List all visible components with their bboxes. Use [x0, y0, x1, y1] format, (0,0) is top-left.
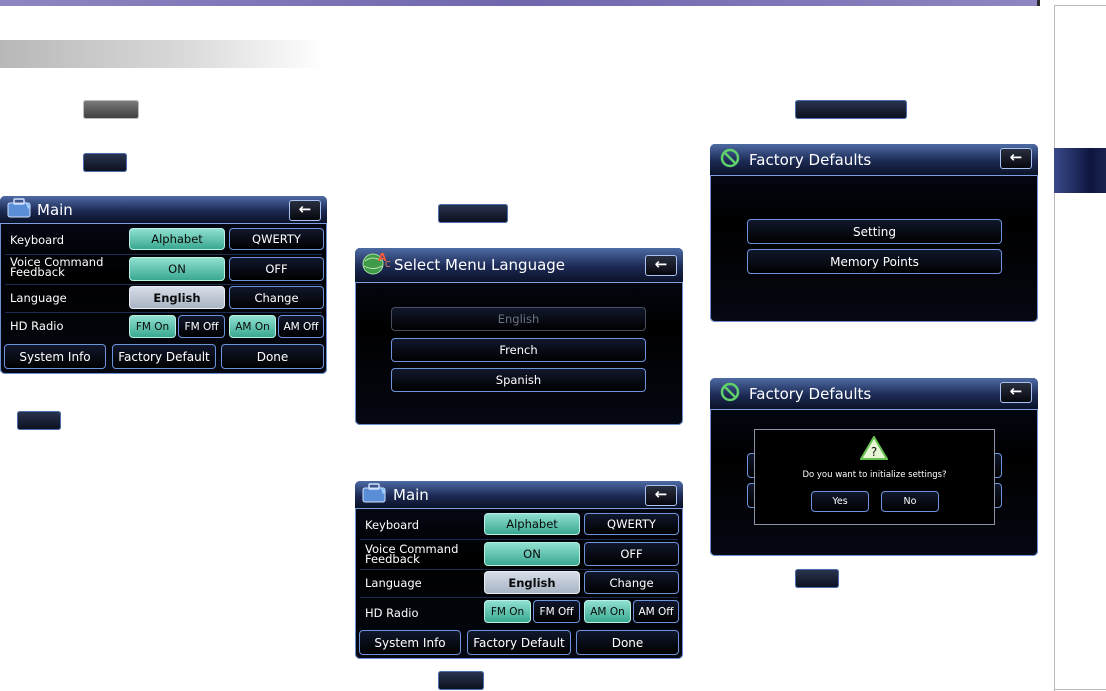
factory-default-button[interactable]: Factory Default [467, 630, 571, 655]
no-entry-icon [719, 147, 741, 173]
right-margin-rule [1054, 5, 1055, 691]
main-settings-screen: Main ← Keyboard Alphabet QWERTY Voice Co… [0, 196, 327, 374]
key-chip-yes [795, 569, 839, 588]
language-title-bar: A C Select Menu Language ← [355, 248, 683, 283]
main-title-bar: Main ← [0, 196, 327, 224]
row-divider [5, 312, 322, 313]
am-off-button[interactable]: AM Off [633, 600, 679, 623]
factory-defaults-screen: Factory Defaults ← Setting Memory Points [710, 144, 1038, 322]
keyboard-qwerty-button[interactable]: QWERTY [584, 513, 679, 535]
factory-title: Factory Defaults [749, 384, 872, 403]
chapter-tab[interactable] [1054, 148, 1106, 193]
confirm-yes-button[interactable]: Yes [811, 491, 869, 512]
right-margin-top-rule [1055, 5, 1106, 6]
language-option-french[interactable]: French [391, 338, 646, 362]
keyboard-alphabet-button[interactable]: Alphabet [129, 228, 225, 250]
factory-title-bar: Factory Defaults ← [710, 378, 1038, 410]
language-option-spanish[interactable]: Spanish [391, 368, 646, 392]
factory-memory-points-button[interactable]: Memory Points [747, 249, 1002, 274]
system-info-button[interactable]: System Info [4, 344, 106, 369]
voice-feedback-label-2: Feedback [365, 552, 420, 566]
voice-off-button[interactable]: OFF [584, 542, 679, 566]
fm-on-button[interactable]: FM On [129, 315, 176, 338]
fm-off-button[interactable]: FM Off [178, 315, 225, 338]
factory-title-bar: Factory Defaults ← [710, 144, 1038, 176]
key-chip-factory-default [795, 100, 907, 119]
key-chip-setup [83, 100, 139, 119]
main-title: Main [37, 200, 73, 219]
language-value-button[interactable]: English [129, 286, 225, 309]
back-arrow-icon[interactable]: ← [645, 485, 677, 506]
right-margin-bottom-rule [1055, 689, 1106, 690]
confirm-no-button[interactable]: No [881, 491, 939, 512]
fm-off-button[interactable]: FM Off [533, 600, 580, 623]
am-off-button[interactable]: AM Off [278, 315, 324, 338]
row-divider [360, 569, 678, 570]
keyboard-label: Keyboard [10, 233, 65, 247]
language-value-button[interactable]: English [484, 571, 580, 594]
hd-radio-label: HD Radio [365, 606, 419, 620]
row-divider [5, 284, 322, 285]
factory-default-button[interactable]: Factory Default [112, 344, 216, 369]
row-divider [360, 597, 678, 598]
factory-defaults-confirm-screen: Factory Defaults ← ? Do you want to init… [710, 378, 1038, 556]
toolbox-icon [6, 197, 34, 223]
back-arrow-icon[interactable]: ← [1000, 148, 1032, 169]
top-rule-end-mark [1037, 0, 1040, 6]
fm-on-button[interactable]: FM On [484, 600, 531, 623]
toolbox-icon [361, 482, 389, 508]
warning-symbol: ? [871, 445, 877, 459]
voice-feedback-label-2: Feedback [10, 265, 65, 279]
system-info-button[interactable]: System Info [359, 630, 461, 655]
key-chip-language [83, 153, 127, 172]
back-arrow-icon[interactable]: ← [289, 200, 321, 221]
no-entry-icon [719, 381, 741, 407]
keyboard-alphabet-button[interactable]: Alphabet [484, 513, 580, 535]
globe-language-icon: A C [360, 249, 394, 281]
main-title-bar: Main ← [355, 481, 683, 509]
warning-triangle-icon: ? [859, 435, 889, 464]
section-heading-bar [0, 40, 325, 68]
keyboard-qwerty-button[interactable]: QWERTY [229, 228, 324, 250]
voice-on-button[interactable]: ON [129, 257, 225, 281]
am-on-button[interactable]: AM On [584, 600, 631, 623]
back-arrow-icon[interactable]: ← [645, 255, 677, 276]
language-change-button[interactable]: Change [584, 571, 679, 594]
factory-setting-button[interactable]: Setting [747, 219, 1002, 244]
select-language-screen: A C Select Menu Language ← English Frenc… [355, 248, 683, 425]
language-change-button[interactable]: Change [229, 286, 324, 309]
hd-radio-label: HD Radio [10, 319, 64, 333]
row-divider [360, 539, 678, 540]
confirm-message: Do you want to initialize settings? [802, 470, 947, 480]
top-accent-rule [0, 0, 1040, 6]
language-title: Select Menu Language [394, 256, 566, 274]
done-button[interactable]: Done [576, 630, 679, 655]
main-title: Main [393, 485, 429, 504]
voice-off-button[interactable]: OFF [229, 257, 324, 281]
confirm-dialog: ? Do you want to initialize settings? Ye… [754, 429, 995, 525]
key-chip-done [17, 411, 61, 430]
main-settings-screen-updated: Main ← Keyboard Alphabet QWERTY Voice Co… [355, 481, 683, 659]
language-label: Language [365, 576, 422, 590]
language-option-english: English [391, 307, 646, 331]
am-on-button[interactable]: AM On [229, 315, 276, 338]
back-arrow-icon[interactable]: ← [1000, 382, 1032, 403]
key-chip-done-2 [438, 671, 484, 690]
voice-on-button[interactable]: ON [484, 542, 580, 566]
done-button[interactable]: Done [221, 344, 324, 369]
keyboard-label: Keyboard [365, 518, 420, 532]
key-chip-change [438, 204, 508, 223]
svg-text:C: C [385, 260, 391, 269]
language-label: Language [10, 291, 67, 305]
factory-title: Factory Defaults [749, 150, 872, 169]
